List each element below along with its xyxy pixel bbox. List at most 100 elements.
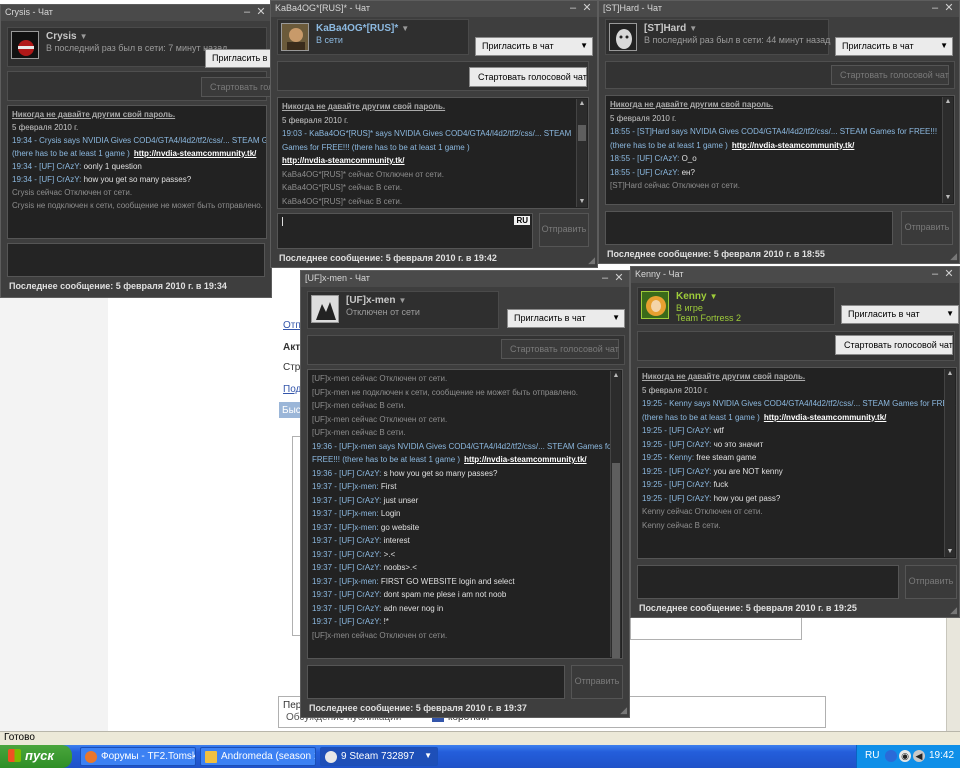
chat-line-text: Games for FREE!!! (there has to be at le… xyxy=(282,142,470,152)
chat-link[interactable]: http://nvdia-steamcommunity.tk/ xyxy=(134,149,257,158)
chat-window-sthard[interactable]: [ST]Hard - Чат – ✕ [ST]Hard ▼ В последний … xyxy=(598,0,960,264)
minimize-icon[interactable]: – xyxy=(929,268,941,280)
invite-to-chat-dropdown[interactable]: Пригласить в чат ▼ xyxy=(841,305,959,324)
send-button[interactable]: Отправить xyxy=(901,211,953,245)
send-button[interactable]: Отправить xyxy=(539,213,589,247)
fragment-akt: Акт xyxy=(283,342,301,353)
resize-grip-icon[interactable]: ◢ xyxy=(947,605,957,615)
close-icon[interactable]: ✕ xyxy=(581,2,593,14)
scroll-up-icon[interactable]: ▲ xyxy=(611,371,621,381)
chat-line: Никогда не давайте другим свой пароль. xyxy=(282,102,445,111)
close-icon[interactable]: ✕ xyxy=(255,6,267,18)
chat-link[interactable]: http://nvdia-steamcommunity.tk/ xyxy=(464,455,587,464)
chat-line: 5 февраля 2010 г. xyxy=(642,386,708,395)
chat-line: 5 февраля 2010 г. xyxy=(610,114,676,123)
titlebar[interactable]: KaBa4OG*[RUS]* - Чат – ✕ xyxy=(271,1,597,17)
chat-scrollbar[interactable]: ▲▼ xyxy=(576,99,587,207)
start-voice-chat-button[interactable]: Стартовать голосовой чат xyxy=(831,65,949,85)
friend-status: В последний раз был в сети: 44 минут наз… xyxy=(644,35,831,45)
minimize-icon[interactable]: – xyxy=(929,2,941,14)
scroll-up-icon[interactable]: ▲ xyxy=(945,369,955,379)
resize-grip-icon[interactable]: ◢ xyxy=(585,255,595,265)
chat-line: Kenny сейчас В сети. xyxy=(642,521,721,530)
chat-line: Kenny сейчас Отключен от сети. xyxy=(642,507,763,516)
network-icon[interactable] xyxy=(885,750,897,762)
friend-status: В игре xyxy=(676,303,703,313)
message-input[interactable]: RU xyxy=(277,213,533,249)
start-voice-chat-button[interactable]: Стартовать голосовой чат xyxy=(201,77,271,97)
taskbar-item-steam[interactable]: 9 Steam 732897 ▼ xyxy=(320,747,438,766)
message-input[interactable] xyxy=(307,665,565,699)
invite-to-chat-dropdown[interactable]: Пригласить в чат ▼ xyxy=(475,37,593,56)
friend-name[interactable]: KaBa4OG*[RUS]* ▼ xyxy=(316,23,409,34)
chat-link[interactable]: http://nvdia-steamcommunity.tk/ xyxy=(764,413,887,422)
start-voice-chat-button[interactable]: Стартовать голосовой чат xyxy=(835,335,953,355)
chat-line-text: 19:25 - [UF] CrAzY: xyxy=(642,493,714,503)
chat-line: 19:25 - Kenny says NVIDIA Gives COD4/GTA… xyxy=(642,399,956,408)
titlebar[interactable]: Crysis - Чат – ✕ xyxy=(1,5,271,21)
chat-scrollbar[interactable]: ▲▼ xyxy=(944,369,955,557)
volume-icon[interactable]: ◀ xyxy=(913,750,925,762)
chat-link[interactable]: http://nvdia-steamcommunity.tk/ xyxy=(732,141,855,150)
fragment-otp[interactable]: Отп xyxy=(283,320,301,331)
minimize-icon[interactable]: – xyxy=(241,6,253,18)
close-icon[interactable]: ✕ xyxy=(943,2,955,14)
close-icon[interactable]: ✕ xyxy=(943,268,955,280)
chat-message-text: how you get pass? xyxy=(713,493,781,503)
invite-to-chat-dropdown[interactable]: Пригласить в чат xyxy=(205,49,271,68)
chat-line: Никогда не давайте другим свой пароль. xyxy=(610,100,773,109)
fragment-pod[interactable]: Под xyxy=(283,384,301,395)
chat-window-kenny[interactable]: Kenny - Чат – ✕ Kenny ▼ В игре Team Fortre… xyxy=(630,266,960,618)
scroll-down-icon[interactable]: ▼ xyxy=(945,547,955,557)
chat-log: Никогда не давайте другим свой пароль. 5 … xyxy=(277,97,589,209)
send-button[interactable]: Отправить xyxy=(571,665,623,699)
keyboard-language[interactable]: RU xyxy=(865,750,879,761)
send-button[interactable]: Отправить xyxy=(905,565,957,599)
chat-line: 19:37 - [UF]x-men: go website xyxy=(312,523,419,532)
scroll-up-icon[interactable]: ▲ xyxy=(943,97,953,107)
browser-scrollbar[interactable] xyxy=(946,612,960,732)
chat-link[interactable]: http://nvdia-steamcommunity.tk/ xyxy=(282,156,405,165)
friend-name[interactable]: Crysis ▼ xyxy=(46,31,88,42)
friend-status: В сети xyxy=(316,35,343,45)
steam-tray-icon[interactable]: ◉ xyxy=(899,750,911,762)
last-message-text: Последнее сообщение: 5 февраля 2010 г. в… xyxy=(309,703,527,713)
scroll-up-icon[interactable]: ▲ xyxy=(577,99,587,109)
chat-window-xmen[interactable]: [UF]x-men - Чат – ✕ [UF]x-men ▼ Отключен о… xyxy=(300,270,630,718)
scroll-thumb[interactable] xyxy=(578,125,586,141)
taskbar: пуск Форумы - TF2.Tomsk... Andromeda (se… xyxy=(0,745,960,768)
chat-scrollbar[interactable]: ▲▼ xyxy=(942,97,953,203)
chat-line-text: [UF]x-men сейчас Отключен от сети. xyxy=(312,630,448,640)
message-input[interactable] xyxy=(605,211,893,245)
close-icon[interactable]: ✕ xyxy=(613,272,625,284)
titlebar[interactable]: [UF]x-men - Чат – ✕ xyxy=(301,271,629,287)
invite-to-chat-dropdown[interactable]: Пригласить в чат ▼ xyxy=(835,37,953,56)
chat-line-text: (there has to be at least 1 game ) xyxy=(610,140,728,150)
minimize-icon[interactable]: – xyxy=(599,272,611,284)
resize-grip-icon[interactable]: ◢ xyxy=(617,705,627,715)
minimize-icon[interactable]: – xyxy=(567,2,579,14)
avatar-image-icon xyxy=(282,24,308,50)
invite-to-chat-dropdown[interactable]: Пригласить в чат ▼ xyxy=(507,309,625,328)
titlebar[interactable]: [ST]Hard - Чат – ✕ xyxy=(599,1,959,17)
scroll-down-icon[interactable]: ▼ xyxy=(577,197,587,207)
titlebar[interactable]: Kenny - Чат – ✕ xyxy=(631,267,959,283)
chat-line: 19:37 - [UF] CrAzY: dont spam me plese i… xyxy=(312,590,506,599)
start-button[interactable]: пуск xyxy=(0,745,72,768)
taskbar-item-forum[interactable]: Форумы - TF2.Tomsk... xyxy=(80,747,196,766)
friend-name[interactable]: [ST]Hard ▼ xyxy=(644,23,697,34)
message-input[interactable] xyxy=(7,243,265,277)
start-voice-chat-button[interactable]: Стартовать голосовой чат xyxy=(469,67,587,87)
start-voice-chat-button[interactable]: Стартовать голосовой чат xyxy=(501,339,619,359)
resize-grip-icon[interactable]: ◢ xyxy=(947,251,957,261)
chat-scrollbar[interactable]: ▲▼ xyxy=(610,371,621,658)
chat-line-text: 19:36 - [UF]x-men says NVIDIA Gives COD4… xyxy=(312,441,615,451)
friend-name[interactable]: [UF]x-men ▼ xyxy=(346,295,406,306)
taskbar-item-andromeda[interactable]: Andromeda (season 1) xyxy=(200,747,316,766)
scroll-thumb[interactable] xyxy=(612,463,620,658)
message-input[interactable] xyxy=(637,565,899,599)
friend-name[interactable]: Kenny ▼ xyxy=(676,291,717,302)
chat-window-crysis[interactable]: Crysis - Чат – ✕ Crysis ▼ В последний раз … xyxy=(0,4,272,298)
chat-window-kaba4og[interactable]: KaBa4OG*[RUS]* - Чат – ✕ KaBa4OG*[RUS]* ▼ … xyxy=(270,0,598,268)
scroll-down-icon[interactable]: ▼ xyxy=(943,193,953,203)
